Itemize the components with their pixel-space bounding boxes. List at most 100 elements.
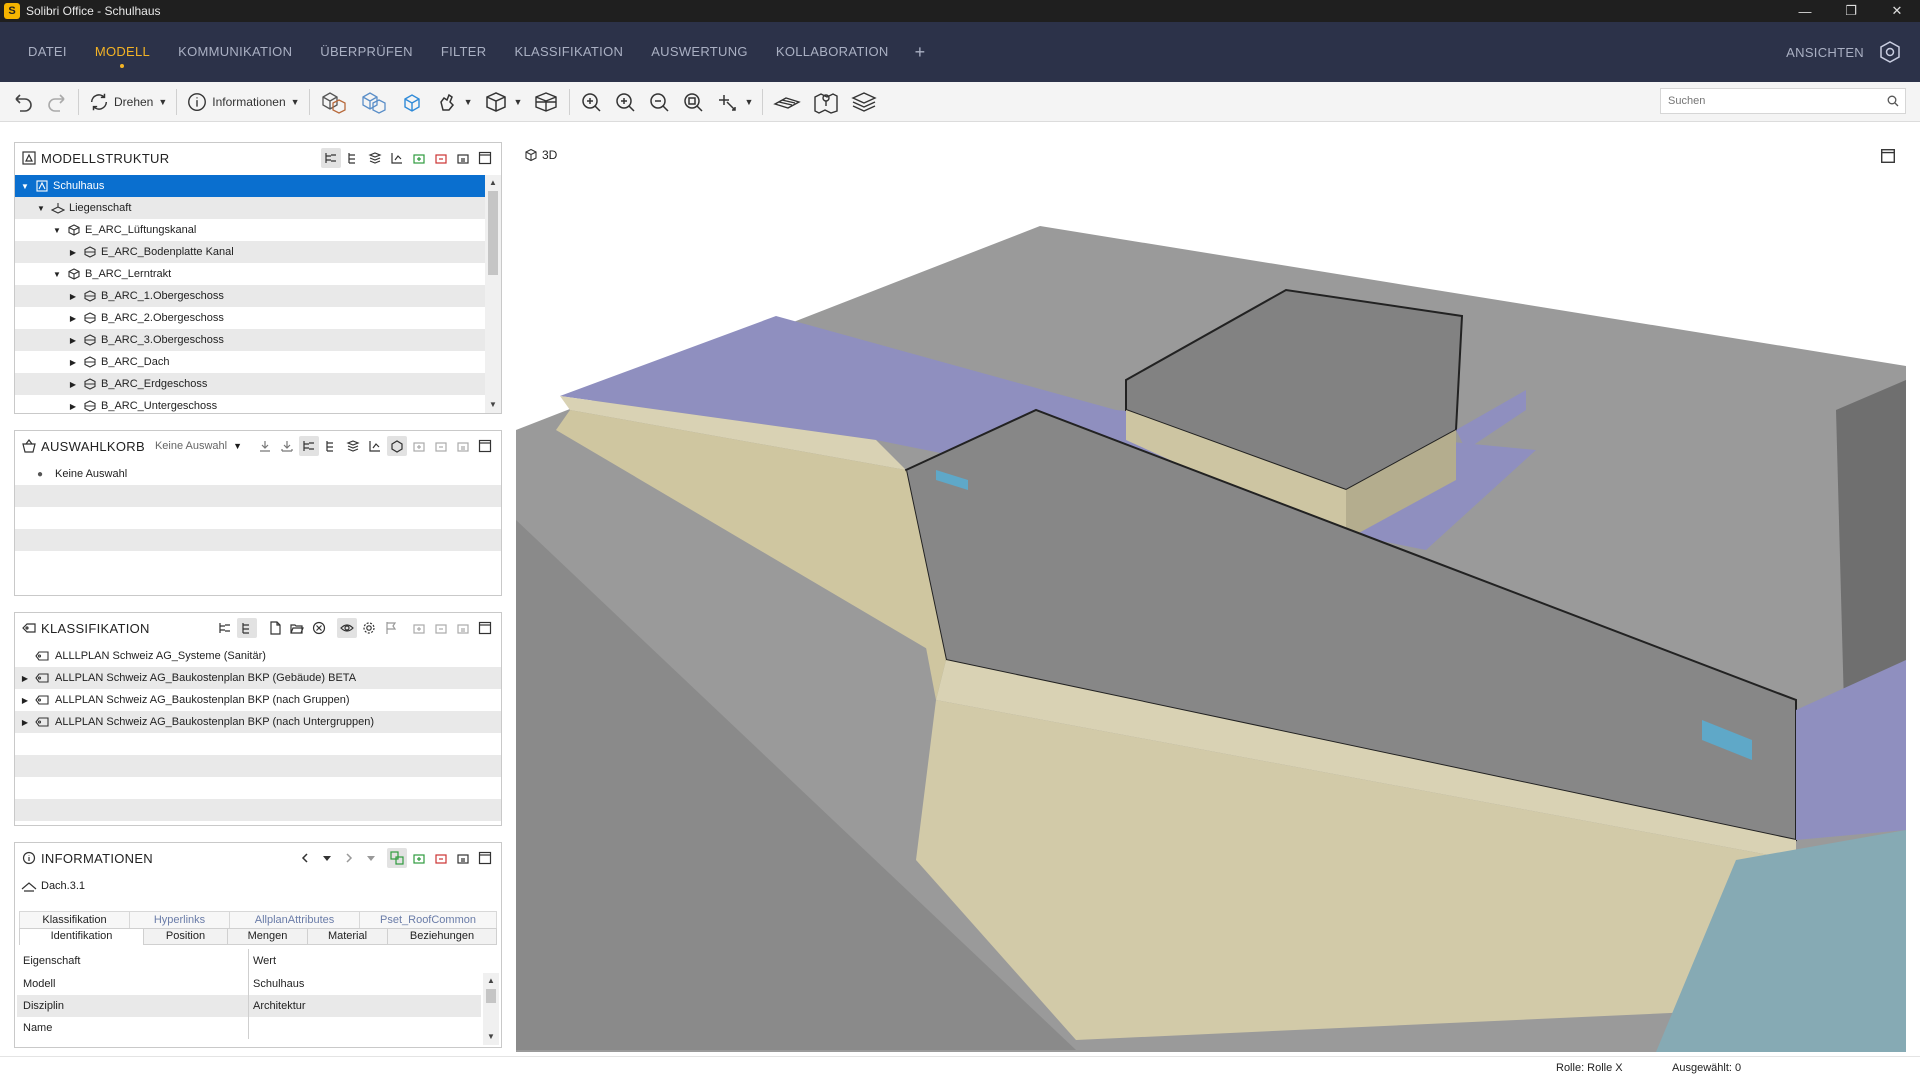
model-boxes-button[interactable]	[314, 87, 354, 117]
menu-datei[interactable]: DATEI	[14, 22, 81, 82]
views-menu[interactable]: ANSICHTEN	[1786, 45, 1864, 60]
tree-components-icon[interactable]	[387, 148, 407, 168]
tab-beziehungen[interactable]: Beziehungen	[387, 928, 497, 945]
measure-dropdown[interactable]: ▼	[710, 87, 758, 117]
add-to-basket-icon[interactable]	[409, 148, 429, 168]
view-cube-dropdown[interactable]: ▼	[478, 87, 528, 117]
tree-row[interactable]: ▶ B_ARC_Untergeschoss	[15, 395, 485, 417]
slab-view-button[interactable]	[767, 87, 807, 117]
chevron-down-icon[interactable]	[361, 848, 381, 868]
download-icon[interactable]	[255, 436, 275, 456]
tab-position[interactable]: Position	[143, 928, 227, 945]
menu-modell[interactable]: MODELL	[81, 22, 164, 82]
transparency-button[interactable]	[354, 87, 394, 117]
menu-filter[interactable]: FILTER	[427, 22, 501, 82]
expand-down-icon[interactable]: ▼	[19, 182, 31, 191]
tab-material[interactable]: Material	[307, 928, 387, 945]
table-row[interactable]: Name	[17, 1017, 481, 1039]
zoom-fit-button[interactable]	[574, 87, 608, 117]
walk-mode-dropdown[interactable]: ▼	[430, 87, 478, 117]
rotate-dropdown[interactable]: Drehen ▼	[83, 87, 172, 117]
3d-viewport[interactable]	[516, 140, 1906, 1052]
tree-row[interactable]: ▼ B_ARC_Lerntrakt	[15, 263, 485, 285]
tab-mengen[interactable]: Mengen	[227, 928, 307, 945]
expand-down-icon[interactable]: ▼	[51, 226, 63, 235]
tab-hyperlinks[interactable]: Hyperlinks	[129, 911, 229, 928]
properties-scrollbar[interactable]: ▲ ▼	[483, 973, 499, 1045]
set-basket-icon[interactable]	[453, 436, 473, 456]
model-tree-scrollbar[interactable]: ▲ ▼	[485, 175, 501, 413]
linked-objects-icon[interactable]	[387, 848, 407, 868]
menu-auswertung[interactable]: AUSWERTUNG	[637, 22, 762, 82]
tree-hierarchy-icon[interactable]	[299, 436, 319, 456]
tree-hierarchy-icon[interactable]	[321, 148, 341, 168]
tab-klassifikation[interactable]: Klassifikation	[19, 911, 129, 928]
expand-right-icon[interactable]: ▶	[67, 314, 79, 323]
map-button[interactable]	[807, 87, 845, 117]
classification-row[interactable]: ▶ ALLPLAN Schweiz AG_Baukostenplan BKP (G…	[15, 667, 501, 689]
expand-right-icon[interactable]: ▶	[67, 358, 79, 367]
expand-right-icon[interactable]: ▶	[67, 292, 79, 301]
chevron-down-icon[interactable]	[317, 848, 337, 868]
visibility-icon[interactable]	[337, 618, 357, 638]
scroll-thumb[interactable]	[488, 191, 498, 275]
table-row[interactable]: Modell Schulhaus	[17, 973, 481, 995]
menu-kommunikation[interactable]: KOMMUNIKATION	[164, 22, 306, 82]
menu-klassifikation[interactable]: KLASSIFIKATION	[500, 22, 637, 82]
tree-layers-icon[interactable]	[365, 148, 385, 168]
expand-down-icon[interactable]: ▼	[35, 204, 47, 213]
tree-row[interactable]: ▼ Liegenschaft	[15, 197, 485, 219]
expand-right-icon[interactable]: ▶	[67, 336, 79, 345]
new-file-icon[interactable]	[265, 618, 285, 638]
tree-row[interactable]: ▶ B_ARC_1.Obergeschoss	[15, 285, 485, 307]
remove-from-basket-icon[interactable]	[431, 148, 451, 168]
maximize-panel-icon[interactable]	[475, 848, 495, 868]
basket-dropdown[interactable]: Keine Auswahl	[155, 440, 227, 452]
views-icon[interactable]	[1878, 40, 1902, 64]
tree-storey-icon[interactable]	[321, 436, 341, 456]
remove-from-basket-icon[interactable]	[431, 618, 451, 638]
add-to-basket-icon[interactable]	[409, 848, 429, 868]
gear-icon[interactable]	[359, 618, 379, 638]
maximize-panel-icon[interactable]	[475, 148, 495, 168]
tree-row[interactable]: ▼ E_ARC_Lüftungskanal	[15, 219, 485, 241]
maximize-panel-icon[interactable]	[475, 618, 495, 638]
tree-storey-icon[interactable]	[237, 618, 257, 638]
chevron-right-icon[interactable]	[339, 848, 359, 868]
tree-layers-icon[interactable]	[343, 436, 363, 456]
expand-right-icon[interactable]: ▶	[19, 696, 31, 705]
tree-hierarchy-icon[interactable]	[215, 618, 235, 638]
tree-row[interactable]: ▶ E_ARC_Bodenplatte Kanal	[15, 241, 485, 263]
cube-filter-icon[interactable]	[387, 436, 407, 456]
list-item[interactable]: ● Keine Auswahl	[15, 463, 501, 485]
tree-components-icon[interactable]	[365, 436, 385, 456]
tree-row[interactable]: ▶ B_ARC_2.Obergeschoss	[15, 307, 485, 329]
tree-row[interactable]: ▼ Schulhaus	[15, 175, 485, 197]
expand-right-icon[interactable]: ▶	[19, 674, 31, 683]
add-layout-button[interactable]: +	[903, 42, 938, 63]
expand-right-icon[interactable]: ▶	[19, 718, 31, 727]
classification-row[interactable]: ▶ ALLPLAN Schweiz AG_Baukostenplan BKP (n…	[15, 711, 501, 733]
scroll-up-icon[interactable]: ▲	[483, 973, 499, 989]
search-input[interactable]	[1661, 89, 1881, 113]
chevron-left-icon[interactable]	[295, 848, 315, 868]
menu-ueberpruefen[interactable]: ÜBERPRÜFEN	[306, 22, 427, 82]
zoom-out-button[interactable]	[642, 87, 676, 117]
table-row[interactable]: Disziplin Architektur	[17, 995, 481, 1017]
add-to-basket-icon[interactable]	[409, 618, 429, 638]
search-icon[interactable]	[1881, 95, 1905, 107]
flag-icon[interactable]	[381, 618, 401, 638]
select-box-button[interactable]	[394, 87, 430, 117]
tree-row[interactable]: ▶ B_ARC_Erdgeschoss	[15, 373, 485, 395]
remove-circle-icon[interactable]	[309, 618, 329, 638]
scroll-down-icon[interactable]: ▼	[485, 397, 501, 413]
close-button[interactable]: ✕	[1874, 0, 1920, 22]
section-box-button[interactable]	[527, 87, 565, 117]
classification-row[interactable]: ▶ ALLPLAN Schweiz AG_Baukostenplan BKP (n…	[15, 689, 501, 711]
classification-row[interactable]: ALLLPLAN Schweiz AG_Systeme (Sanitär)	[15, 645, 501, 667]
maximize-view-icon[interactable]	[1880, 148, 1896, 167]
remove-from-basket-icon[interactable]	[431, 848, 451, 868]
tree-row[interactable]: ▶ B_ARC_3.Obergeschoss	[15, 329, 485, 351]
maximize-button[interactable]: ❐	[1828, 0, 1874, 22]
building-model-render[interactable]	[516, 140, 1906, 1052]
